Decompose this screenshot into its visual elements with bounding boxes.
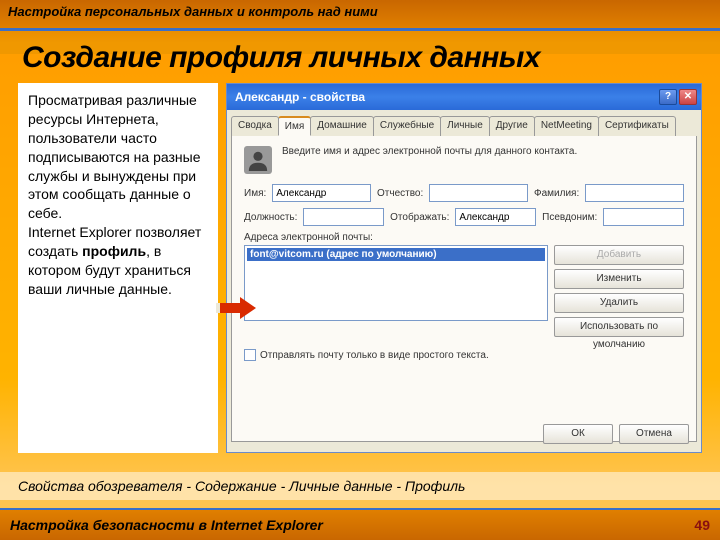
tab-summary[interactable]: Сводка xyxy=(231,116,279,136)
tab-business[interactable]: Служебные xyxy=(373,116,441,136)
label-display: Отображать: xyxy=(390,212,449,223)
input-middle[interactable] xyxy=(429,184,528,202)
input-display[interactable] xyxy=(455,208,536,226)
tab-name[interactable]: Имя xyxy=(278,116,311,136)
edit-button[interactable]: Изменить xyxy=(554,269,684,289)
add-button[interactable]: Добавить xyxy=(554,245,684,265)
label-first: Имя: xyxy=(244,188,266,199)
tab-personal[interactable]: Личные xyxy=(440,116,490,136)
ok-button[interactable]: ОК xyxy=(543,424,613,444)
tab-netmeeting[interactable]: NetMeeting xyxy=(534,116,599,136)
label-job: Должность: xyxy=(244,212,297,223)
tab-other[interactable]: Другие xyxy=(489,116,535,136)
close-button[interactable]: ✕ xyxy=(679,89,697,105)
cancel-button[interactable]: Отмена xyxy=(619,424,689,444)
tab-panel: Введите имя и адрес электронной почты дл… xyxy=(231,136,697,442)
input-first[interactable] xyxy=(272,184,371,202)
delete-button[interactable]: Удалить xyxy=(554,293,684,313)
default-button[interactable]: Использовать по умолчанию xyxy=(554,317,684,337)
intro-text: Введите имя и адрес электронной почты дл… xyxy=(282,146,684,157)
plaintext-label: Отправлять почту только в виде простого … xyxy=(260,350,489,361)
tab-home[interactable]: Домашние xyxy=(310,116,374,136)
email-item-selected[interactable]: font@vitcom.ru (адрес по умолчанию) xyxy=(247,248,545,261)
plaintext-checkbox[interactable] xyxy=(244,349,256,361)
tab-certs[interactable]: Сертификаты xyxy=(598,116,676,136)
tab-strip: Сводка Имя Домашние Служебные Личные Дру… xyxy=(227,110,701,136)
help-button[interactable]: ? xyxy=(659,89,677,105)
input-last[interactable] xyxy=(585,184,684,202)
body-text-box: Просматривая различные ресурсы Интернета… xyxy=(18,83,218,453)
label-middle: Отчество: xyxy=(377,188,423,199)
paragraph-1: Просматривая различные ресурсы Интернета… xyxy=(28,92,201,221)
breadcrumb-path: Свойства обозревателя - Содержание - Лич… xyxy=(0,472,720,500)
arrow-icon xyxy=(216,297,256,319)
paragraph-2b-bold: профиль xyxy=(82,243,146,259)
input-job[interactable] xyxy=(303,208,384,226)
input-nick[interactable] xyxy=(603,208,684,226)
label-emails: Адреса электронной почты: xyxy=(244,232,684,243)
label-nick: Псевдоним: xyxy=(542,212,597,223)
slide-topbar: Настройка персональных данных и контроль… xyxy=(0,0,720,28)
dialog-titlebar: Александр - свойства ? ✕ xyxy=(227,84,701,110)
footer-text: Настройка безопасности в Internet Explor… xyxy=(10,517,323,533)
page-number: 49 xyxy=(694,517,710,533)
slide-title: Создание профиля личных данных xyxy=(0,31,720,83)
dialog-title-text: Александр - свойства xyxy=(235,90,657,104)
properties-dialog: Александр - свойства ? ✕ Сводка Имя Дома… xyxy=(226,83,702,453)
email-list[interactable]: font@vitcom.ru (адрес по умолчанию) xyxy=(244,245,548,321)
contact-icon xyxy=(244,146,272,174)
label-last: Фамилия: xyxy=(534,188,579,199)
